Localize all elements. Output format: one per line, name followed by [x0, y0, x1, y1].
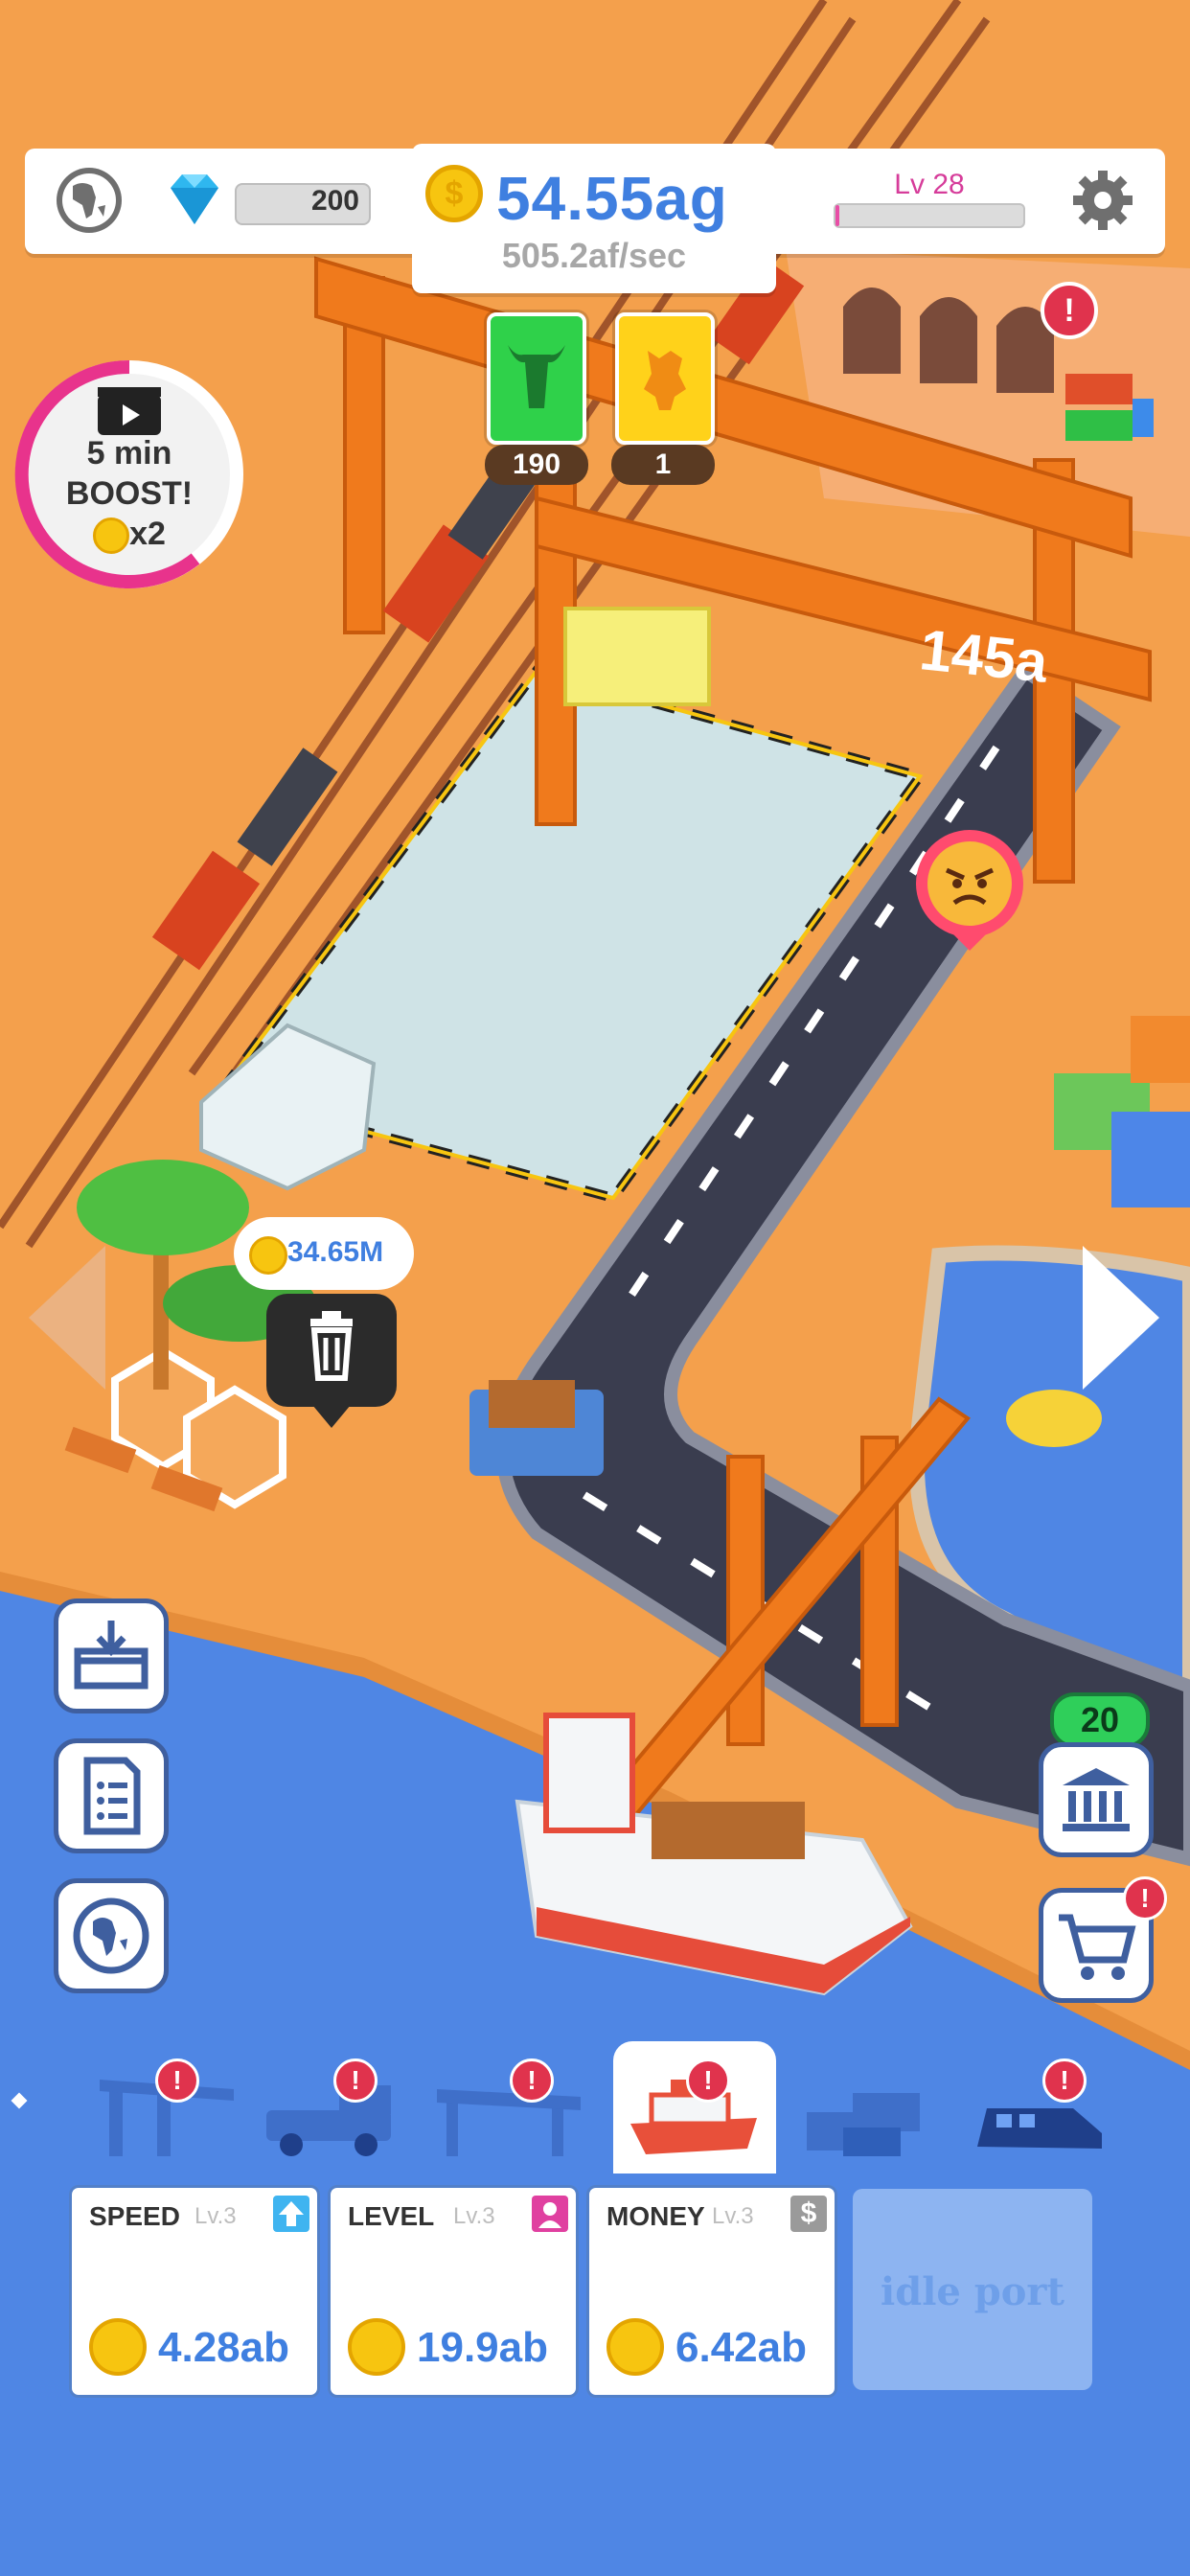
quest-list-button[interactable]: [54, 1738, 169, 1853]
coin-icon: [249, 1236, 287, 1275]
train-tab[interactable]: [958, 2041, 1121, 2175]
inbox-download-icon: [74, 1621, 149, 1690]
crane-tab-alert: !: [155, 2058, 199, 2103]
boost-line3: x2: [129, 516, 166, 552]
level-card-level: Lv.3: [453, 2203, 495, 2229]
ship-tab[interactable]: [613, 2041, 776, 2175]
boost-label: 5 min BOOST! x2: [17, 433, 241, 555]
coin-icon: [93, 518, 130, 555]
bank-icon: [1063, 1768, 1130, 1831]
level-card-price: 19.9ab: [417, 2324, 548, 2371]
settings-button[interactable]: [1071, 169, 1134, 232]
truck-icon: [266, 2085, 391, 2156]
nav-right-button[interactable]: [1073, 1246, 1169, 1390]
trash-pointer: [312, 1405, 351, 1428]
bull-resource-count: 190: [485, 445, 588, 485]
person-icon: [532, 2196, 568, 2232]
dollar-icon: $: [790, 2196, 827, 2232]
arrow-up-icon: [273, 2196, 309, 2232]
globe-icon: [57, 168, 122, 233]
speed-upgrade-card[interactable]: SPEED Lv.3 4.28ab: [69, 2185, 320, 2398]
gantry-tab[interactable]: [427, 2041, 590, 2175]
money-card-price: 6.42ab: [675, 2324, 807, 2371]
shop-alert-badge: !: [1123, 1876, 1167, 1920]
level-card-title: LEVEL: [348, 2201, 435, 2231]
container-tab[interactable]: [786, 2041, 949, 2175]
level-upgrade-card[interactable]: LEVEL Lv.3 19.9ab: [328, 2185, 579, 2398]
hide-resource-card[interactable]: [615, 312, 715, 445]
diamond-icon: [161, 171, 228, 228]
boost-line2: BOOST!: [65, 475, 194, 512]
gantry-tab-alert: !: [510, 2058, 554, 2103]
collect-box-button[interactable]: [54, 1598, 169, 1714]
gear-icon: [1073, 171, 1133, 230]
document-list-icon: [83, 1757, 141, 1835]
bank-button[interactable]: [1039, 1742, 1154, 1857]
speed-card-title: SPEED: [89, 2201, 180, 2231]
ship-icon: [630, 2080, 757, 2154]
nav-left-button[interactable]: [19, 1246, 115, 1390]
globe-icon: [73, 1898, 149, 1974]
price-bubble-text: 34.65M: [287, 1236, 384, 1268]
coin-icon: [606, 2318, 664, 2376]
crane-tab[interactable]: [80, 2041, 243, 2175]
coin-icon: [348, 2318, 405, 2376]
train-tab-alert: !: [1042, 2058, 1087, 2103]
level-progress-bar: [834, 203, 1025, 228]
hide-resource-count: 1: [611, 445, 715, 485]
trash-button[interactable]: [266, 1294, 397, 1407]
world-button[interactable]: [54, 1878, 169, 1993]
container-icon: [807, 2093, 920, 2156]
money-card-title: MONEY: [606, 2201, 705, 2231]
speed-card-level: Lv.3: [195, 2203, 237, 2229]
world-map-button[interactable]: [54, 165, 125, 236]
bull-icon: [508, 345, 565, 408]
coin-icon: [89, 2318, 147, 2376]
money-amount: 54.55ag: [496, 164, 728, 233]
money-rate: 505.2af/sec: [501, 236, 687, 275]
idle-port-label: idle port: [881, 2269, 1064, 2314]
bricks-icon[interactable]: [1056, 364, 1161, 460]
video-icon: [96, 385, 163, 437]
gantry-icon: [437, 2089, 581, 2156]
bull-resource-card[interactable]: [487, 312, 586, 445]
bank-badge: 20: [1050, 1692, 1150, 1748]
money-card-level: Lv.3: [712, 2203, 754, 2229]
player-level: Lv 28: [894, 169, 965, 200]
ship-tab-alert: !: [686, 2058, 730, 2103]
boost-line3-row: x2: [17, 514, 241, 555]
hide-icon: [644, 351, 686, 410]
floating-income-text: 145a: [916, 617, 1051, 695]
truck-tab-alert: !: [333, 2058, 378, 2103]
trash-icon: [310, 1311, 353, 1381]
money-upgrade-card[interactable]: MONEY Lv.3 $ 6.42ab: [586, 2185, 837, 2398]
level-progress-fill: [835, 205, 839, 226]
speed-card-price: 4.28ab: [158, 2324, 289, 2371]
truck-tab[interactable]: [247, 2041, 410, 2175]
angry-emoji-icon: [931, 843, 1008, 920]
crane-icon: [100, 2080, 234, 2156]
boost-line1: 5 min: [86, 435, 172, 472]
gem-count: 200: [310, 185, 359, 217]
alert-badge: !: [1041, 282, 1098, 339]
coin-icon: $: [425, 165, 483, 222]
train-icon: [977, 2108, 1102, 2149]
